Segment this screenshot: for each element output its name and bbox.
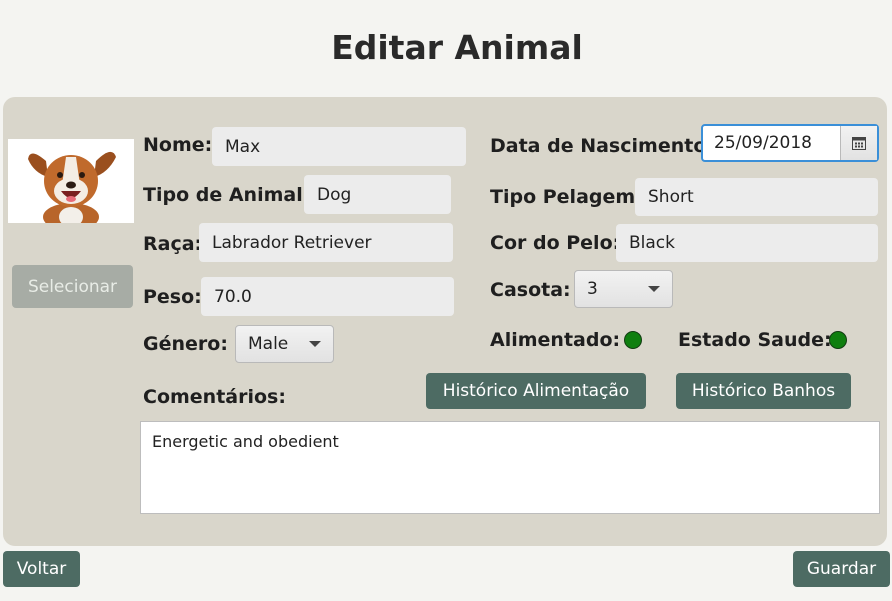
name-label: Nome: [143,134,213,156]
gender-label: Género: [143,333,228,355]
coat-color-label: Cor do Pelo: [490,232,621,254]
kennel-select[interactable]: 3 [574,270,673,308]
animal-type-field[interactable]: Dog [304,175,451,214]
breed-field[interactable]: Labrador Retriever [199,223,453,262]
coat-type-label: Tipo Pelagem: [490,186,643,208]
gender-select-value: Male [248,334,289,354]
animal-type-label: Tipo de Animal: [143,184,311,206]
health-label: Estado Saude: [678,329,832,351]
gender-select[interactable]: Male [235,325,334,363]
comments-textarea[interactable]: Energetic and obedient [140,421,880,514]
health-status-indicator [829,331,847,349]
weight-label: Peso: [143,286,202,308]
animal-photo [8,139,134,223]
coat-color-field[interactable]: Black [616,224,878,262]
birth-date-picker[interactable]: 25/09/2018 [701,124,879,162]
coat-type-field[interactable]: Short [635,178,878,216]
weight-field[interactable]: 70.0 [201,277,454,316]
page-title: Editar Animal [331,28,583,67]
dog-photo-icon [8,139,134,223]
select-photo-button[interactable]: Selecionar [12,265,133,308]
chevron-down-icon [648,286,660,292]
kennel-select-value: 3 [587,279,598,299]
back-button[interactable]: Voltar [3,551,80,587]
feeding-history-button[interactable]: Histórico Alimentação [426,373,646,409]
calendar-button[interactable] [840,126,877,160]
fed-label: Alimentado: [490,329,621,351]
breed-label: Raça: [143,233,203,255]
bath-history-button[interactable]: Histórico Banhos [676,373,851,409]
birth-date-label: Data de Nascimento: [490,135,714,157]
calendar-icon [852,137,866,150]
kennel-label: Casota: [490,279,571,301]
fed-status-indicator [624,331,642,349]
chevron-down-icon [309,341,321,347]
name-field[interactable]: Max [212,127,466,166]
comments-label: Comentários: [143,386,286,408]
save-button[interactable]: Guardar [793,551,890,587]
birth-date-field[interactable]: 25/09/2018 [703,126,840,160]
